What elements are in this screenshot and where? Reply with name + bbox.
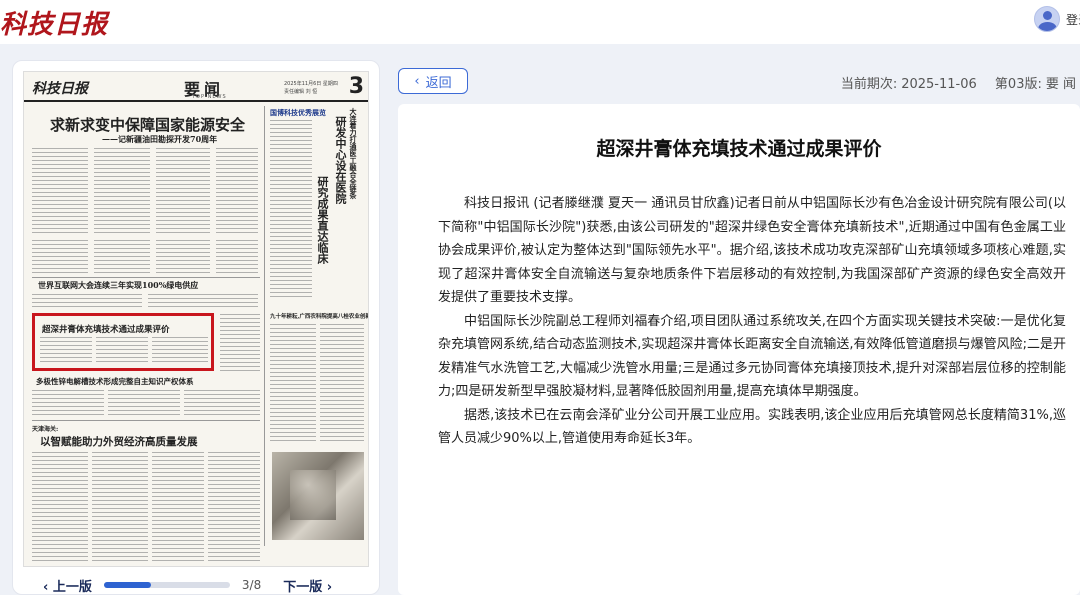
newspaper-date: 2025年11月6日 星期四	[284, 81, 338, 87]
newspaper-page-number: 3	[348, 74, 364, 99]
column-divider	[264, 106, 265, 546]
newspaper-masthead: 科技日报 要闻 TOP NEWS 2025年11月6日 星期四 责任编辑 刘 恒…	[24, 72, 368, 102]
headline-guangxi[interactable]: 九十年耕耘,广西农科院提高八桂农业创新"硬核"	[270, 312, 368, 320]
article-body: 科技日报讯 (记者滕继濮 夏天一 通讯员甘欣鑫)记者日前从中铝国际长沙有色冶金设…	[438, 192, 1066, 451]
headline-internet[interactable]: 世界互联网大会连续三年实现100%绿电供应	[38, 280, 198, 291]
text-block	[108, 390, 180, 416]
issue-info: 当前期次: 2025-11-06 第03版: 要 闻	[837, 73, 1076, 92]
text-block	[156, 240, 210, 274]
text-block	[216, 148, 258, 236]
headline-vertical-2[interactable]: 研究成果直达临床	[314, 176, 330, 264]
text-block	[94, 148, 150, 236]
article-paragraph: 科技日报讯 (记者滕继濮 夏天一 通讯员甘欣鑫)记者日前从中铝国际长沙有色冶金设…	[438, 196, 1066, 305]
login-link[interactable]: 登录	[1066, 11, 1080, 28]
next-page-button[interactable]: 下一版 ›	[283, 576, 332, 595]
headline-tianjin[interactable]: 以智赋能助力外贸经济高质量发展	[40, 434, 198, 449]
text-block	[208, 452, 260, 562]
issue-label: 当前期次:	[840, 77, 898, 92]
text-block	[92, 452, 148, 562]
text-block	[32, 148, 88, 236]
headline-energy[interactable]: 求新求变中保障国家能源安全	[50, 114, 245, 135]
chevron-left-icon: ‹	[414, 73, 420, 89]
headline-right-top: 国博科技优秀展览	[270, 108, 326, 117]
text-block	[148, 294, 258, 310]
text-block	[32, 240, 88, 274]
divider	[32, 277, 260, 278]
newspaper-section-en: TOP NEWS	[192, 94, 227, 100]
headline-vertical-kicker: 大连着力打通医工融合全链条	[349, 108, 358, 199]
page-pager: ‹ 上一版 3/8 下一版 ›	[43, 575, 373, 595]
newspaper-logo: 科技日报	[32, 81, 88, 97]
page-label: 第03版:	[994, 77, 1042, 92]
text-block	[32, 452, 88, 562]
text-block	[270, 324, 316, 444]
page-progress-bar[interactable]	[103, 582, 230, 588]
text-block	[270, 120, 312, 300]
headline-tianjin-kicker: 天津海关:	[32, 426, 59, 433]
text-block	[216, 240, 258, 274]
newspaper-page[interactable]: 科技日报 要闻 TOP NEWS 2025年11月6日 星期四 责任编辑 刘 恒…	[23, 71, 369, 567]
text-block	[320, 324, 364, 444]
text-block	[220, 314, 260, 372]
text-block	[32, 390, 104, 416]
user-area[interactable]: 登录	[1034, 6, 1080, 32]
page-count: 3/8	[241, 578, 262, 592]
text-block	[184, 390, 260, 416]
back-button[interactable]: ‹ 返回	[398, 68, 468, 94]
next-page-label: 下一版	[283, 579, 323, 595]
top-bar: 科技日报 登录	[0, 0, 1080, 44]
divider	[32, 420, 260, 421]
text-block	[94, 240, 150, 274]
news-photo[interactable]	[272, 452, 364, 540]
selected-article-highlight[interactable]	[32, 313, 214, 371]
issue-date: 2025-11-06	[901, 77, 977, 92]
article-paragraph: 中铝国际长沙院副总工程师刘福春介绍,项目团队通过系统攻关,在四个方面实现关键技术…	[438, 313, 1066, 400]
prev-page-button[interactable]: ‹ 上一版	[43, 576, 92, 595]
headline-zinc[interactable]: 多极性锌电解槽技术形成完整自主知识产权体系	[36, 376, 194, 387]
avatar-icon[interactable]	[1034, 6, 1060, 32]
text-block	[32, 294, 142, 310]
article-title: 超深井膏体充填技术通过成果评价	[596, 138, 882, 160]
page-thumbnail-panel: 科技日报 要闻 TOP NEWS 2025年11月6日 星期四 责任编辑 刘 恒…	[12, 60, 380, 595]
headline-vertical-1[interactable]: 研发中心设在医院	[332, 116, 348, 204]
article-paragraph: 据悉,该技术已在云南会泽矿业分公司开展工业应用。实践表明,该企业应用后充填管网总…	[438, 407, 1066, 447]
headline-energy-sub: ——记新疆油田勘探开发70周年	[102, 134, 218, 144]
text-block	[152, 452, 204, 562]
article-card: 超深井膏体充填技术通过成果评价 科技日报讯 (记者滕继濮 夏天一 通讯员甘欣鑫)…	[398, 104, 1080, 595]
newspaper-editor: 责任编辑 刘 恒	[284, 89, 318, 95]
back-label: 返回	[425, 75, 452, 91]
text-block	[156, 148, 210, 236]
page-progress-fill	[103, 582, 152, 588]
prev-page-label: 上一版	[52, 579, 92, 595]
page-name: 要 闻	[1045, 77, 1076, 92]
site-logo[interactable]: 科技日报	[0, 4, 108, 41]
